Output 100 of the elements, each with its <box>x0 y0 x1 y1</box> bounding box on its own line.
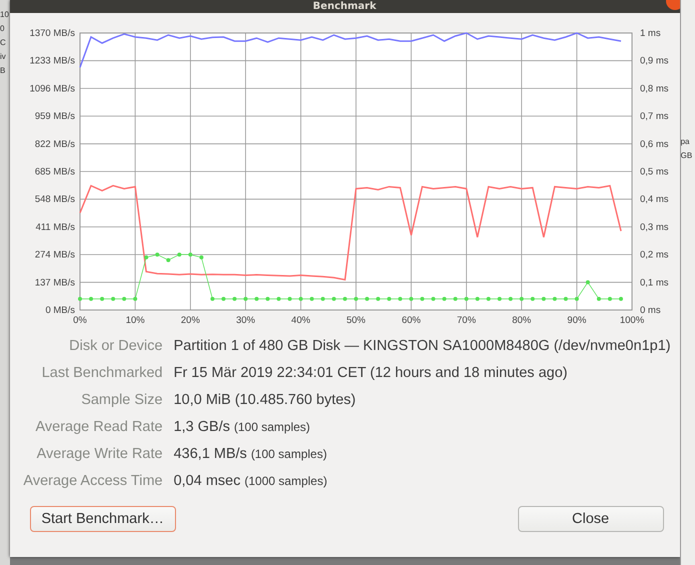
access-time-point <box>386 296 391 301</box>
access-time-point <box>608 296 612 301</box>
access-time-point <box>221 296 226 301</box>
axis-label: 90% <box>566 315 586 326</box>
axis-label: 60% <box>401 315 420 326</box>
detail-value: 0,04 msec <box>174 472 240 488</box>
access-time-point <box>585 280 590 284</box>
detail-value: Fr 15 Mär 2019 22:34:01 CET (12 hours and 18 minutes ago) <box>174 364 568 380</box>
axis-label: 274 MB/s <box>34 250 75 261</box>
axis-label: 0,5 ms <box>640 166 668 178</box>
access-time-point <box>618 296 623 301</box>
access-time-point <box>596 296 600 301</box>
access-time-point <box>354 296 358 301</box>
access-time-point <box>78 296 82 301</box>
access-time-point <box>199 255 204 260</box>
access-time-point <box>508 296 512 301</box>
background-text: 0 <box>0 23 4 35</box>
axis-label: 1370 MB/s <box>29 28 75 39</box>
axis-label: 0,6 ms <box>640 138 668 150</box>
background-text: GB <box>680 150 692 162</box>
axis-label: 1233 MB/s <box>29 56 75 67</box>
access-time-point <box>408 296 413 301</box>
close-button[interactable]: Close <box>518 506 664 532</box>
access-time-point <box>530 296 534 301</box>
window-title: Benchmark <box>312 0 376 13</box>
access-time-point <box>430 296 435 301</box>
access-time-point <box>210 296 214 301</box>
access-time-point <box>320 296 324 301</box>
access-time-point <box>309 296 314 301</box>
access-time-point <box>452 296 457 301</box>
background-text: B <box>0 65 6 77</box>
start-benchmark-button[interactable]: Start Benchmark… <box>30 506 176 532</box>
background-text: iv <box>0 51 6 63</box>
axis-label: 0,1 ms <box>640 277 668 288</box>
access-time-point <box>254 296 258 301</box>
access-time-point <box>420 296 424 301</box>
axis-label: 411 MB/s <box>35 222 75 233</box>
access-time-point <box>486 296 490 301</box>
access-time-point <box>464 296 468 301</box>
axis-label: 40% <box>290 315 310 326</box>
access-time-point <box>298 296 302 301</box>
access-time-point <box>166 258 170 262</box>
access-time-point <box>154 252 159 257</box>
access-time-point <box>287 296 292 301</box>
axis-label: 50% <box>346 315 366 326</box>
axis-label: 70% <box>456 315 476 326</box>
axis-label: 0% <box>72 315 86 326</box>
axis-label: 10% <box>125 315 144 326</box>
detail-label: Last Benchmarked <box>42 364 163 380</box>
access-time-point <box>110 296 115 301</box>
access-time-point <box>243 296 248 301</box>
access-time-point <box>342 296 347 301</box>
detail-label: Average Read Rate <box>35 418 163 434</box>
sample-count: (1000 samples) <box>244 474 328 488</box>
access-time-point <box>276 296 280 301</box>
sample-count: (100 samples) <box>250 446 327 460</box>
axis-label: 822 MB/s <box>34 138 75 150</box>
access-time-point <box>376 296 380 301</box>
access-time-point <box>398 296 402 301</box>
access-time-point <box>144 255 148 260</box>
detail-value: 436,1 MB/s <box>174 446 247 462</box>
axis-label: 0,9 ms <box>640 56 668 67</box>
access-time-point <box>332 296 336 301</box>
axis-label: 137 MB/s <box>34 277 75 288</box>
axis-label: 0,3 ms <box>640 222 668 233</box>
axis-label: 959 MB/s <box>34 111 75 122</box>
axis-label: 0,8 ms <box>640 83 668 94</box>
access-time-point <box>497 296 502 301</box>
background-text: C <box>0 37 6 49</box>
axis-label: 80% <box>512 315 531 326</box>
access-time-point <box>265 296 270 301</box>
access-time-point <box>88 296 93 301</box>
background-text: 10 <box>0 9 9 21</box>
axis-label: 1 ms <box>640 28 660 39</box>
detail-value: 1,3 GB/s <box>174 418 230 434</box>
access-time-point <box>552 296 556 301</box>
axis-label: 1096 MB/s <box>29 83 75 94</box>
detail-value: 10,0 MiB (10.485.760 bytes) <box>174 392 356 408</box>
access-time-point <box>519 296 524 301</box>
axis-label: 0 ms <box>640 305 660 316</box>
detail-label: Sample Size <box>81 392 163 408</box>
axis-label: 0,4 ms <box>640 194 668 206</box>
detail-value: Partition 1 of 480 GB Disk — KINGSTON SA1000M8480G (/dev/nvme0n1p1) <box>174 338 671 354</box>
access-time-point <box>122 296 126 301</box>
access-time-point <box>574 296 578 301</box>
axis-label: 685 MB/s <box>34 166 75 178</box>
access-time-point <box>442 296 446 301</box>
axis-label: 0,7 ms <box>640 111 668 122</box>
access-time-point <box>364 296 369 301</box>
access-time-point <box>176 252 181 257</box>
access-time-point <box>188 252 192 257</box>
axis-label: 548 MB/s <box>34 194 75 206</box>
axis-label: 0,2 ms <box>640 250 668 261</box>
access-time-point <box>232 296 236 301</box>
axis-label: 30% <box>236 315 255 326</box>
axis-label: 0 MB/s <box>45 305 75 316</box>
axis-label: 100% <box>619 315 644 326</box>
access-time-point <box>563 296 568 301</box>
sample-count: (100 samples) <box>234 420 310 434</box>
axis-label: 20% <box>180 315 200 326</box>
